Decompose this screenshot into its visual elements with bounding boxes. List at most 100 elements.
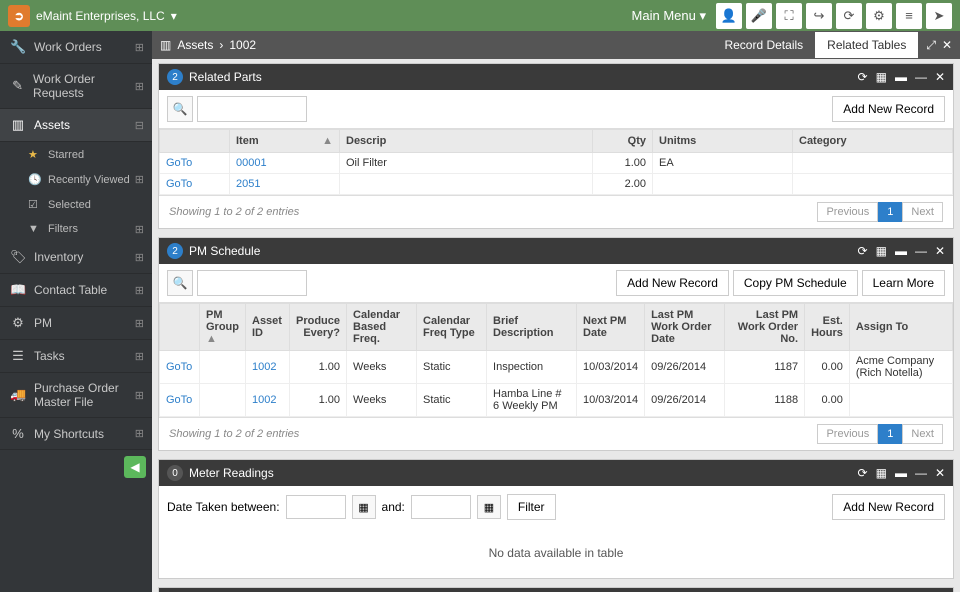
add-record-button[interactable]: Add New Record (832, 96, 945, 122)
sidebar-item-workorders[interactable]: 🔧Work Orders⊞ (0, 31, 152, 64)
mic-icon[interactable]: 🎤 (746, 3, 772, 29)
sidebar-item-tasks[interactable]: ☰Tasks⊞ (0, 340, 152, 373)
table-row[interactable]: GoTo10021.00WeeksStaticInspection10/03/2… (160, 351, 953, 384)
main-menu[interactable]: Main Menu ▾ (632, 8, 706, 24)
search-input[interactable] (197, 270, 307, 296)
date-to-input[interactable] (411, 495, 471, 519)
window-icon[interactable]: ▬ (895, 244, 907, 258)
table-row[interactable]: GoTo20512.00 (160, 174, 953, 195)
plus-icon[interactable]: ⊞ (135, 284, 144, 297)
col-esthours[interactable]: Est. Hours (805, 304, 850, 351)
list-icon[interactable]: ≡ (896, 3, 922, 29)
crumb-root[interactable]: Assets (177, 38, 213, 52)
plus-icon[interactable]: ⊞ (135, 223, 144, 236)
calendar-icon[interactable]: ▦ (477, 495, 501, 519)
prev-button[interactable]: Previous (817, 424, 878, 444)
send-icon[interactable]: ➤ (926, 3, 952, 29)
col-pmgroup[interactable]: PM Group ▲ (200, 304, 246, 351)
refresh-icon[interactable]: ⟳ (858, 70, 868, 84)
logo[interactable]: ➲ (8, 5, 30, 27)
sidebar-item-pm[interactable]: ⚙PM⊞ (0, 307, 152, 340)
page-1[interactable]: 1 (878, 424, 902, 444)
sidebar-item-contacttable[interactable]: 📖Contact Table⊞ (0, 274, 152, 307)
tab-record-details[interactable]: Record Details (712, 32, 815, 58)
sidebar-item-assets[interactable]: ▥Assets⊟ (0, 109, 152, 142)
table-row[interactable]: GoTo10021.00WeeksStaticHamba Line # 6 We… (160, 384, 953, 417)
collapse-sidebar-button[interactable]: ◀ (124, 456, 146, 478)
refresh-icon[interactable]: ⟳ (858, 244, 868, 258)
org-name[interactable]: eMaint Enterprises, LLC (36, 9, 165, 23)
sidebar-item-workorderrequests[interactable]: ✎Work Order Requests⊞ (0, 64, 152, 109)
learn-more-button[interactable]: Learn More (862, 270, 945, 296)
next-button[interactable]: Next (902, 424, 943, 444)
prev-button[interactable]: Previous (817, 202, 878, 222)
plus-icon[interactable]: ⊞ (135, 350, 144, 363)
chevron-down-icon[interactable]: ▾ (171, 9, 177, 23)
minimize-icon[interactable]: — (915, 466, 927, 480)
refresh-icon[interactable]: ⟳ (858, 466, 868, 480)
logout-icon[interactable]: ↪ (806, 3, 832, 29)
page-1[interactable]: 1 (878, 202, 902, 222)
col-goto[interactable] (160, 304, 200, 351)
search-icon[interactable]: 🔍 (167, 96, 193, 122)
col-assign[interactable]: Assign To (849, 304, 952, 351)
plus-icon[interactable]: ⊞ (135, 389, 144, 402)
col-brief[interactable]: Brief Description (487, 304, 577, 351)
close-icon[interactable]: ✕ (935, 70, 945, 84)
window-icon[interactable]: ▬ (895, 70, 907, 84)
col-nextpm[interactable]: Next PM Date (577, 304, 645, 351)
add-record-button[interactable]: Add New Record (832, 494, 945, 520)
sidebar-sub-selected[interactable]: ☑Selected (0, 192, 152, 217)
close-icon[interactable]: ✕ (935, 466, 945, 480)
plus-icon[interactable]: ⊞ (135, 427, 144, 440)
expand-icon[interactable]: ⛶ (776, 3, 802, 29)
sidebar-sub-starred[interactable]: ★Starred (0, 142, 152, 167)
close-icon[interactable]: ✕ (935, 244, 945, 258)
col-item[interactable]: Item ▲ (230, 130, 340, 153)
search-input[interactable] (197, 96, 307, 122)
minimize-icon[interactable]: — (915, 70, 927, 84)
col-category[interactable]: Category (793, 130, 953, 153)
col-caltype[interactable]: Calendar Freq Type (417, 304, 487, 351)
next-button[interactable]: Next (902, 202, 943, 222)
user-icon[interactable]: 👤 (716, 3, 742, 29)
refresh-icon[interactable]: ⟳ (836, 3, 862, 29)
plus-icon[interactable]: ⊞ (135, 251, 144, 264)
breadcrumb: ▥ Assets › 1002 (160, 38, 256, 52)
col-lastpmno[interactable]: Last PM Work Order No. (725, 304, 805, 351)
sidebar-item-inventory[interactable]: 🏷Inventory⊞ (0, 241, 152, 274)
close-icon[interactable]: ✕ (942, 38, 952, 53)
gear-icon[interactable]: ⚙ (866, 3, 892, 29)
add-record-button[interactable]: Add New Record (616, 270, 729, 296)
plus-icon[interactable]: ⊞ (135, 41, 144, 54)
date-from-input[interactable] (286, 495, 346, 519)
plus-icon[interactable]: ⊞ (135, 80, 144, 93)
sidebar-item-shortcuts[interactable]: %My Shortcuts⊞ (0, 418, 152, 450)
table-row[interactable]: GoTo00001Oil Filter1.00EA (160, 153, 953, 174)
sidebar-sub-recentlyviewed[interactable]: 🕓Recently Viewed⊞ (0, 167, 152, 192)
search-icon[interactable]: 🔍 (167, 270, 193, 296)
col-goto[interactable] (160, 130, 230, 153)
col-every[interactable]: Produce Every? (290, 304, 347, 351)
col-qty[interactable]: Qty (593, 130, 653, 153)
plus-icon[interactable]: ⊞ (135, 173, 144, 186)
window-icon[interactable]: ▬ (895, 466, 907, 480)
expand-icon[interactable]: ⤢ (926, 38, 936, 53)
minus-icon[interactable]: ⊟ (135, 119, 144, 132)
plus-icon[interactable]: ⊞ (135, 317, 144, 330)
filter-button[interactable]: Filter (507, 494, 556, 520)
copy-pm-button[interactable]: Copy PM Schedule (733, 270, 858, 296)
columns-icon[interactable]: ▦ (876, 466, 887, 480)
columns-icon[interactable]: ▦ (876, 244, 887, 258)
col-assetid[interactable]: Asset ID (246, 304, 290, 351)
col-lastpmdate[interactable]: Last PM Work Order Date (645, 304, 725, 351)
tab-related-tables[interactable]: Related Tables (815, 32, 918, 58)
col-unitms[interactable]: Unitms (653, 130, 793, 153)
sidebar-sub-filters[interactable]: ▼Filters⊞ (0, 217, 152, 241)
col-calfreq[interactable]: Calendar Based Freq. (347, 304, 417, 351)
col-descrip[interactable]: Descrip (340, 130, 593, 153)
calendar-icon[interactable]: ▦ (352, 495, 376, 519)
sidebar-item-pofile[interactable]: 🚚Purchase Order Master File⊞ (0, 373, 152, 418)
minimize-icon[interactable]: — (915, 244, 927, 258)
columns-icon[interactable]: ▦ (876, 70, 887, 84)
